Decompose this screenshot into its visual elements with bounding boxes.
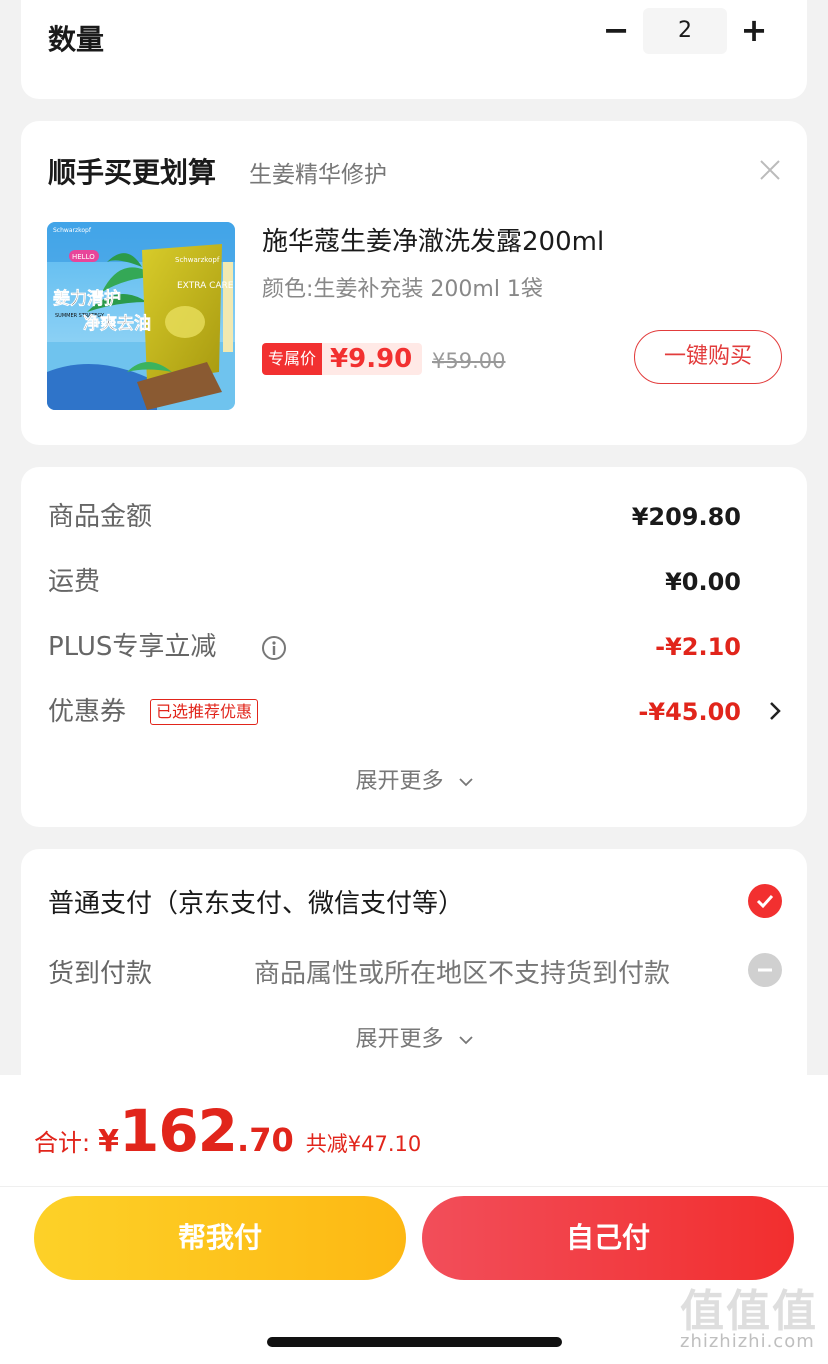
total-label: 合计: [34, 1129, 91, 1157]
quantity-label: 数量 [48, 23, 105, 56]
chevron-down-icon [458, 778, 473, 787]
goods-amount-value: ¥209.80 [631, 503, 741, 531]
special-price: ¥9.90 [322, 343, 423, 375]
image-headline-1: 姜力清护 [53, 288, 121, 309]
chevron-right-icon[interactable] [767, 700, 783, 722]
price-summary-card: 商品金额 ¥209.80 运费 ¥0.00 PLUS专享立减 -¥2.10 优惠… [21, 467, 807, 827]
image-extra-care: EXTRA CARE [177, 281, 234, 291]
pay-myself-button[interactable]: 自己付 [422, 1196, 794, 1280]
coupon-value: -¥45.00 [638, 698, 741, 726]
price-tag: 专属价 ¥9.90 [262, 343, 423, 375]
close-icon[interactable] [757, 157, 783, 183]
watermark: 值值值 zhizhizhi.com [674, 1275, 822, 1359]
total-saved: 共减¥47.10 [305, 1132, 422, 1156]
total-amount-integer: 162 [118, 1097, 238, 1165]
quantity-input[interactable]: 2 [643, 8, 727, 54]
watermark-text: zhizhizhi.com [680, 1331, 815, 1352]
plus-discount-label: PLUS专享立减 [48, 632, 217, 662]
payment-expand-more[interactable]: 展开更多 [21, 1021, 807, 1053]
coupon-recommended-tag: 已选推荐优惠 [150, 699, 259, 725]
shipping-label: 运费 [48, 567, 101, 597]
watermark-logo: 值值值 [680, 1286, 818, 1337]
product-image-art: Schwarzkopf Schwarzkopf EXTRA CARE HELLO… [47, 222, 235, 410]
cod-payment-label: 货到付款 [48, 959, 153, 989]
shipping-value: ¥0.00 [665, 568, 741, 596]
summary-expand-more[interactable]: 展开更多 [21, 763, 807, 795]
plus-discount-value: -¥2.10 [655, 633, 741, 661]
original-price: ¥59.00 [432, 349, 506, 373]
total-amount-decimal: .70 [237, 1121, 294, 1159]
order-total: 合计: ¥ 162 .70 共减¥47.10 [34, 1097, 421, 1167]
image-hello: HELLO [72, 253, 95, 261]
exclusive-price-badge: 专属价 [262, 343, 323, 375]
normal-payment-check[interactable] [748, 884, 782, 918]
quantity-decrease-button[interactable]: − [601, 13, 631, 47]
minus-icon [758, 968, 772, 972]
goods-amount-label: 商品金额 [48, 502, 153, 532]
upsell-subtitle: 生姜精华修护 [249, 162, 387, 188]
home-indicator[interactable] [267, 1337, 562, 1347]
info-icon[interactable] [261, 635, 287, 661]
payment-method-card: 普通支付（京东支付、微信支付等） 货到付款 商品属性或所在地区不支持货到付款 展… [21, 849, 807, 1109]
summary-expand-label: 展开更多 [355, 769, 444, 794]
help-me-pay-button[interactable]: 帮我付 [34, 1196, 406, 1280]
coupon-row[interactable]: 优惠券 已选推荐优惠 -¥45.00 [48, 692, 783, 732]
cod-disabled-icon [748, 953, 782, 987]
goods-amount-row: 商品金额 ¥209.80 [48, 497, 783, 537]
checkmark-icon [756, 894, 774, 909]
quantity-increase-button[interactable]: + [739, 13, 769, 47]
chevron-down-icon [458, 1036, 473, 1045]
total-currency: ¥ [98, 1124, 119, 1159]
product-spec: 颜色:生姜补充装 200ml 1袋 [262, 277, 543, 302]
upsell-title: 顺手买更划算 [48, 156, 217, 189]
divider [0, 1186, 828, 1187]
product-name[interactable]: 施华蔻生姜净澈洗发露200ml [262, 221, 604, 258]
normal-payment-label[interactable]: 普通支付（京东支付、微信支付等） [48, 883, 464, 920]
upsell-card: 顺手买更划算 生姜精华修护 Schwarzkopf Schwarzkopf EX… [21, 121, 807, 445]
checkout-bar: 合计: ¥ 162 .70 共减¥47.10 帮我付 自己付 值值值 zhizh… [0, 1075, 828, 1364]
plus-discount-row: PLUS专享立减 -¥2.10 [48, 627, 783, 667]
shipping-row: 运费 ¥0.00 [48, 562, 783, 602]
coupon-label: 优惠券 [48, 697, 127, 727]
image-brand: Schwarzkopf [53, 227, 92, 234]
product-image[interactable]: Schwarzkopf Schwarzkopf EXTRA CARE HELLO… [47, 222, 235, 410]
one-click-buy-button[interactable]: 一键购买 [634, 330, 782, 384]
image-brand-pouch: Schwarzkopf [175, 256, 220, 264]
quantity-card: 数量 − 2 + [21, 0, 807, 99]
payment-expand-label: 展开更多 [355, 1027, 444, 1052]
image-headline-2: 净爽去油 [83, 313, 151, 334]
cod-unavailable-note: 商品属性或所在地区不支持货到付款 [254, 959, 671, 989]
